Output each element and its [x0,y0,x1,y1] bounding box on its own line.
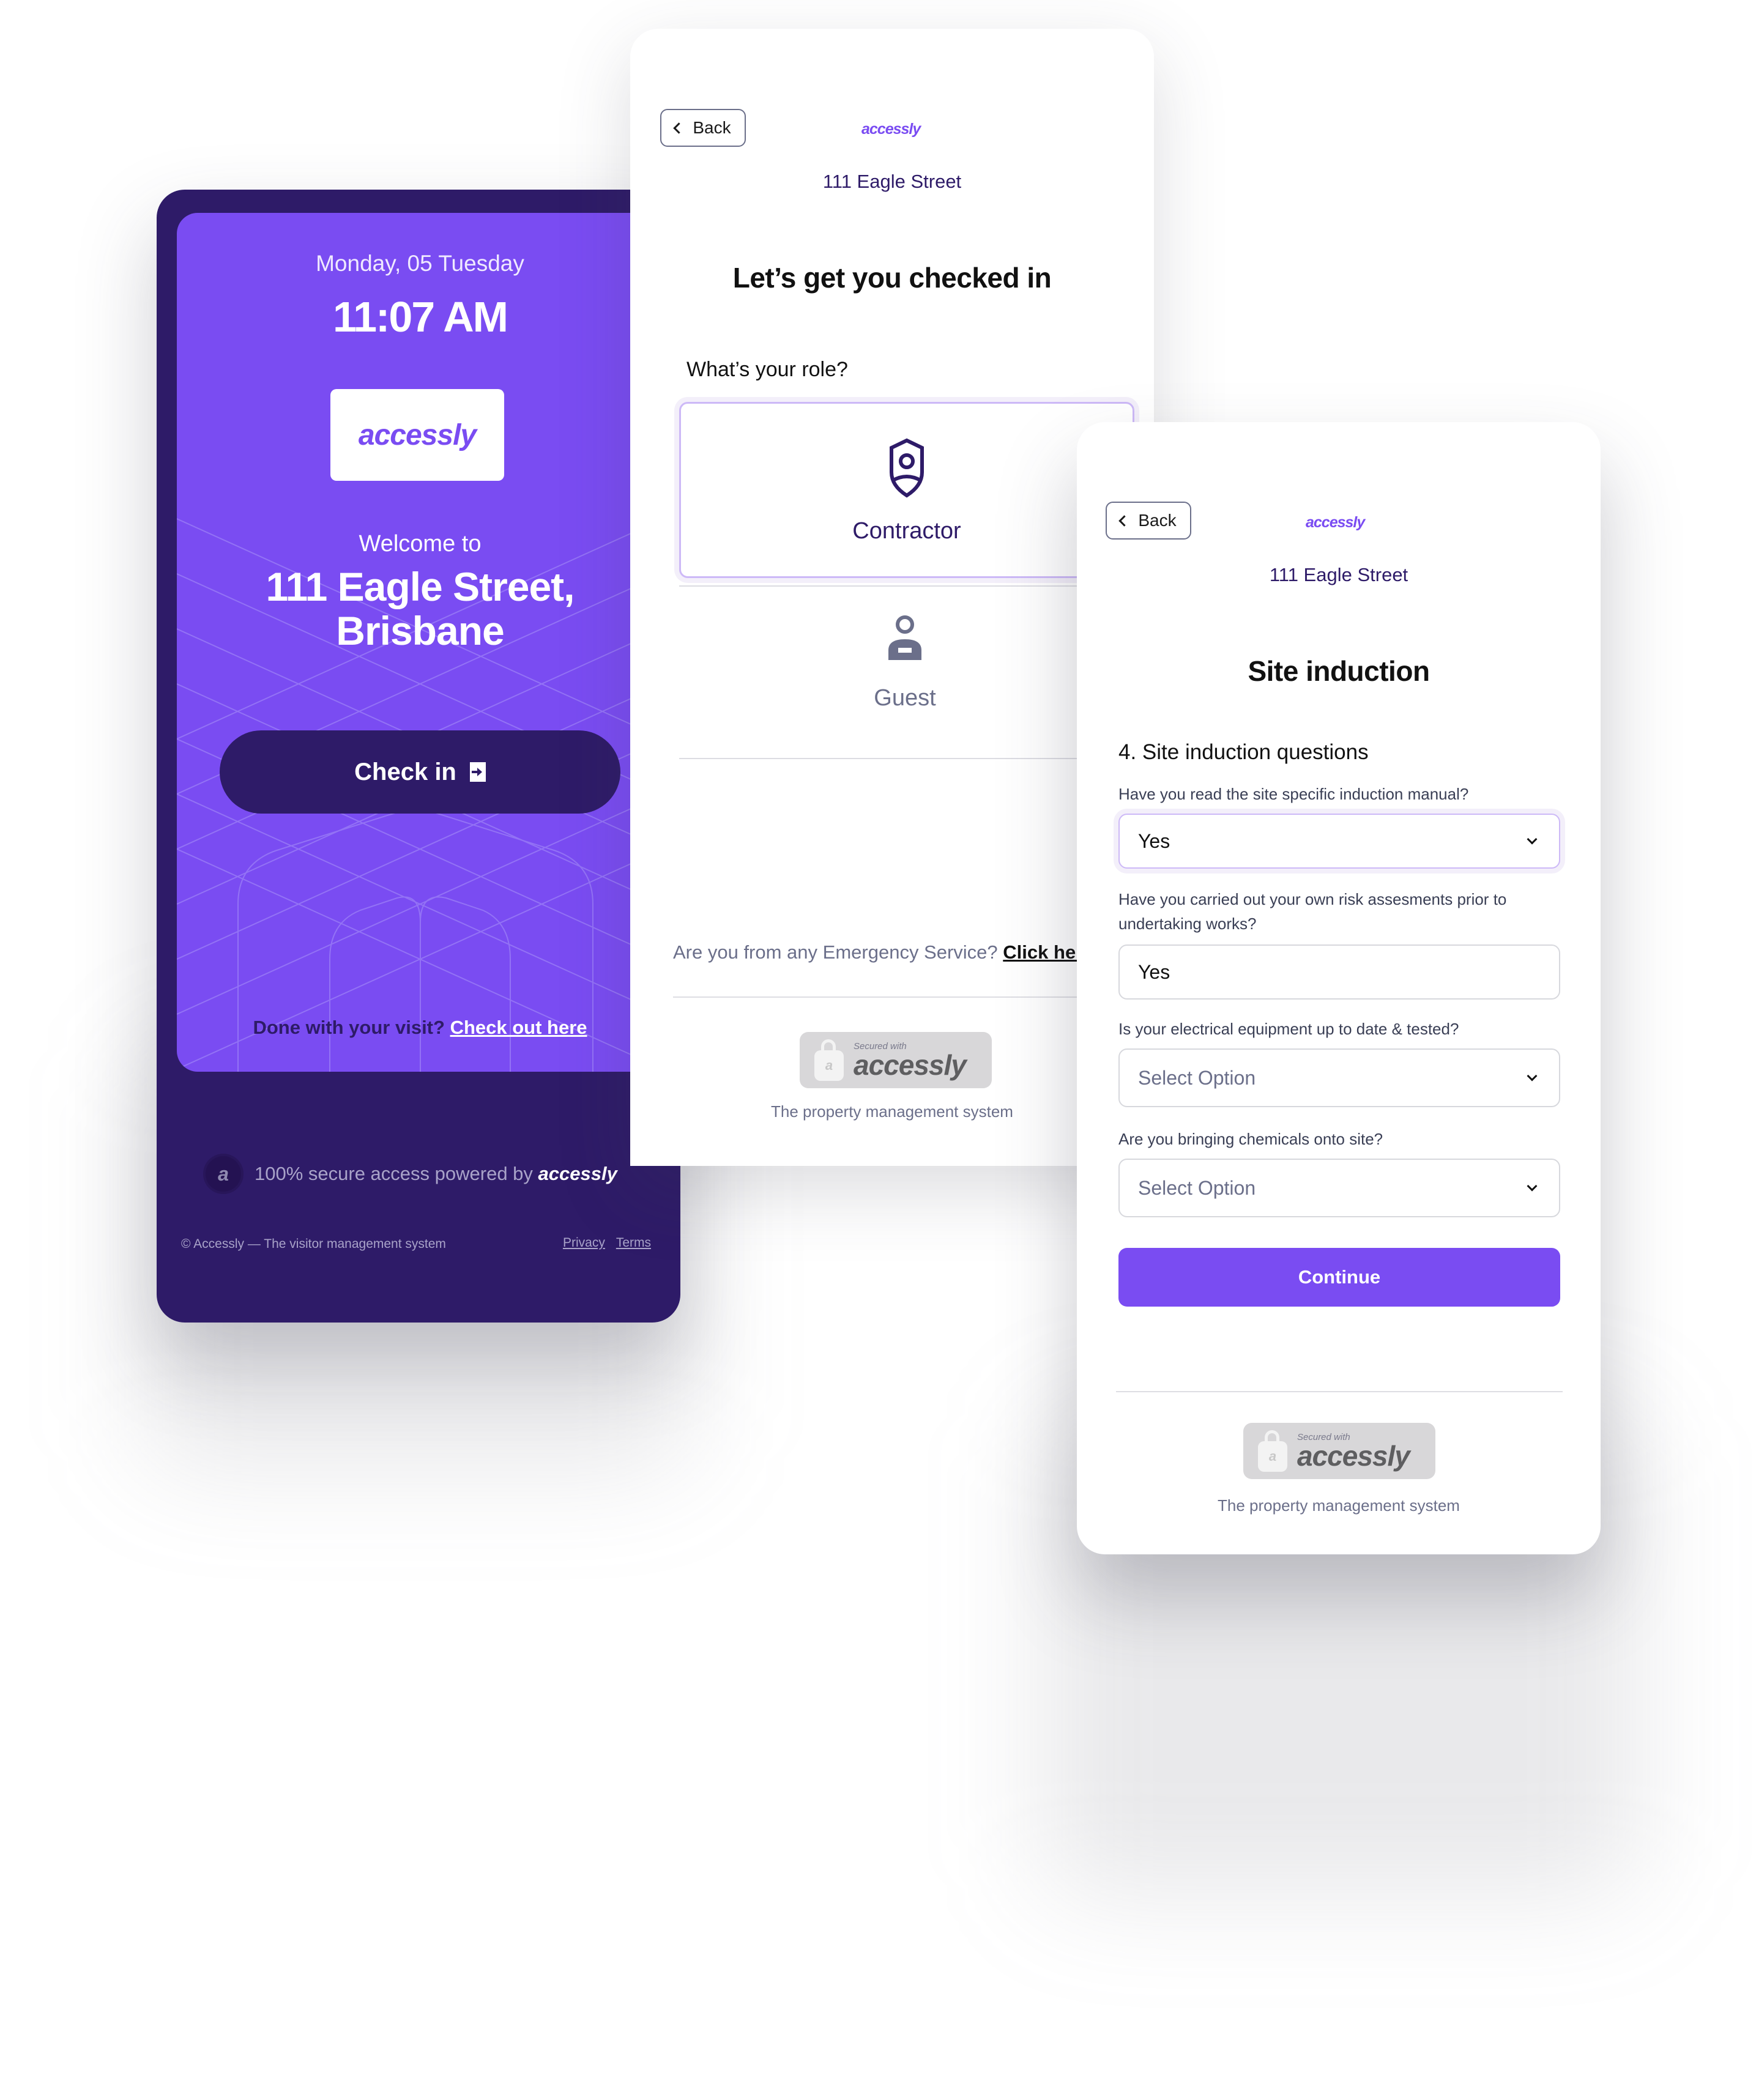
input-value: Yes [1138,960,1170,983]
page-title: Site induction [1248,655,1430,687]
check-in-label: Check in [354,758,456,785]
checkout-prompt-text: Done with your visit? [253,1017,445,1038]
continue-button[interactable]: Continue [1118,1248,1560,1307]
role-option-contractor[interactable]: Contractor [679,402,1134,578]
role-selection-screen: Back accessly 111 Eagle Street Let’s get… [630,29,1154,1166]
privacy-link[interactable]: Privacy [563,1236,605,1250]
emergency-prompt-text: Are you from any Emergency Service? [673,941,998,963]
secured-with-badge: a Secured with accessly [800,1032,992,1088]
powered-by-brand: accessly [538,1163,617,1184]
induction-manual-select[interactable]: Yes [1118,814,1560,869]
risk-assessment-input[interactable]: Yes [1118,944,1560,1000]
lock-icon: a [814,1039,845,1081]
chevron-left-icon [673,122,685,134]
question-label: Are you bringing chemicals onto site? [1118,1130,1383,1148]
back-button[interactable]: Back [1106,502,1191,540]
back-button[interactable]: Back [660,109,746,147]
footer-copyright: © Accessly — The visitor management syst… [181,1237,446,1251]
site-address: 111 Eagle Street [1269,564,1408,585]
brand-logo: accessly [1306,514,1365,531]
chevron-left-icon [1118,514,1131,527]
select-placeholder: Select Option [1138,1176,1256,1199]
powered-by-text: 100% secure access powered by [255,1163,533,1184]
checkout-prompt: Done with your visit? Check out here [177,1017,663,1039]
site-address: 111 Eagle Street [822,171,962,192]
role-option-guest[interactable]: Guest [679,585,1131,759]
select-value: Yes [1138,829,1170,852]
page-title: Let’s get you checked in [732,262,1052,294]
role-label-guest: Guest [874,685,936,711]
terms-link[interactable]: Terms [616,1236,651,1250]
select-placeholder: Select Option [1138,1066,1256,1089]
welcome-text: Welcome to [359,531,482,557]
question-label: Have you carried out your own risk asses… [1118,890,1507,933]
emergency-prompt: Are you from any Emergency Service? Clic… [673,941,1094,963]
shield-user-icon [890,438,924,498]
brand-logo-text: accessly [358,418,477,451]
check-out-link[interactable]: Check out here [450,1017,587,1038]
question-label: Is your electrical equipment up to date … [1118,1020,1459,1038]
chevron-down-icon [1527,1181,1538,1192]
accessly-seal-icon: a [206,1156,241,1192]
badge-brand-text: accessly [1297,1439,1410,1472]
site-induction-screen: Back accessly 111 Eagle Street Site indu… [1077,422,1601,1554]
check-in-button[interactable]: Check in [220,730,620,814]
brand-logo: accessly [861,121,921,138]
chevron-down-icon [1527,834,1538,845]
building-name: 111 Eagle Street, Brisbane [177,565,663,653]
footer-divider [673,996,1132,998]
current-date: Monday, 05 Tuesday [316,251,524,276]
welcome-hero: Monday, 05 Tuesday 11:07 AM accessly Wel… [177,213,663,1072]
tagline: The property management system [1218,1496,1460,1515]
role-label-contractor: Contractor [852,518,961,544]
chevron-down-icon [1527,1070,1538,1082]
secured-with-badge: a Secured with accessly [1243,1423,1435,1479]
user-icon [888,615,921,660]
kiosk-welcome-screen: Monday, 05 Tuesday 11:07 AM accessly Wel… [157,190,680,1323]
back-label: Back [1138,511,1177,530]
footer-divider [1116,1391,1563,1392]
badge-brand-text: accessly [854,1048,967,1081]
sign-in-icon [469,762,486,782]
chemicals-select[interactable]: Select Option [1118,1159,1560,1217]
question-label: Have you read the site specific inductio… [1118,785,1469,803]
role-question: What’s your role? [686,358,848,381]
tagline: The property management system [771,1102,1013,1121]
powered-by: a 100% secure access powered by accessly [206,1156,617,1192]
building-name-line1: 111 Eagle Street, [266,564,575,609]
brand-logo: accessly [330,389,504,481]
section-title: 4. Site induction questions [1118,740,1369,764]
lock-icon: a [1258,1430,1289,1472]
back-label: Back [693,118,731,137]
electrical-equipment-select[interactable]: Select Option [1118,1048,1560,1107]
building-name-line2: Brisbane [336,608,504,653]
footer-links: Privacy Terms [563,1236,651,1250]
current-time: 11:07 AM [333,293,508,341]
